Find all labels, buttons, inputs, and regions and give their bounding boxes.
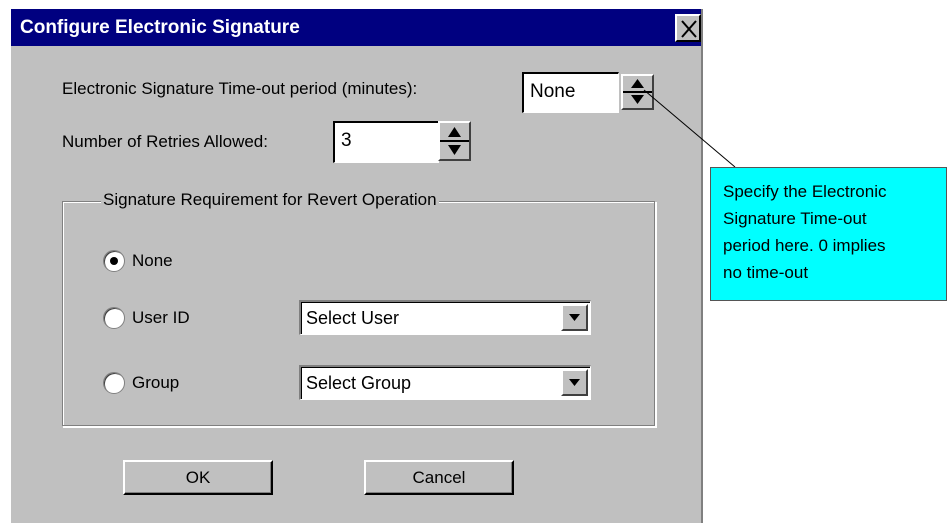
timeout-input[interactable]: None	[522, 72, 619, 113]
ok-button[interactable]: OK	[123, 460, 273, 495]
arrow-up-icon	[448, 127, 461, 137]
select-user-dropdown[interactable]: Select User	[299, 300, 591, 335]
callout-line: period here. 0 implies	[723, 236, 886, 255]
select-user-dropdown-button[interactable]	[561, 304, 588, 331]
chevron-down-icon	[569, 379, 580, 386]
radio-group[interactable]	[103, 372, 125, 394]
timeout-spin-up[interactable]	[623, 76, 652, 92]
radio-selected-dot	[110, 257, 118, 265]
callout-line: no time-out	[723, 263, 809, 282]
callout-line: Specify the Electronic	[723, 182, 887, 201]
revert-signature-groupbox: Signature Requirement for Revert Operati…	[62, 190, 656, 427]
retries-label: Number of Retries Allowed:	[62, 132, 268, 151]
close-icon	[681, 20, 697, 38]
arrow-down-icon	[448, 145, 461, 155]
radio-none[interactable]	[103, 250, 125, 272]
timeout-label: Electronic Signature Time-out period (mi…	[62, 79, 418, 98]
dialog-title: Configure Electronic Signature	[20, 17, 300, 38]
select-user-value: Select User	[306, 308, 400, 328]
select-group-value: Select Group	[306, 373, 412, 393]
timeout-help-callout: Specify the Electronic Signature Time-ou…	[710, 167, 947, 301]
title-bar: Configure Electronic Signature	[11, 9, 701, 46]
callout-line: Signature Time-out	[723, 209, 867, 228]
configure-signature-dialog: Configure Electronic Signature Electroni…	[11, 9, 703, 523]
close-button[interactable]	[675, 14, 701, 42]
select-group-dropdown-button[interactable]	[561, 369, 588, 396]
retries-spinner[interactable]	[438, 121, 471, 161]
radio-user-id-label[interactable]: User ID	[132, 308, 190, 328]
radio-none-label[interactable]: None	[132, 251, 173, 271]
retries-input[interactable]: 3	[333, 121, 439, 163]
groupbox-legend: Signature Requirement for Revert Operati…	[101, 190, 439, 210]
cancel-button[interactable]: Cancel	[364, 460, 514, 495]
select-group-dropdown[interactable]: Select Group	[299, 365, 591, 400]
retries-spin-down[interactable]	[440, 142, 469, 159]
radio-user-id[interactable]	[103, 307, 125, 329]
chevron-down-icon	[569, 314, 580, 321]
timeout-spinner[interactable]	[621, 74, 654, 110]
arrow-up-icon	[631, 79, 644, 88]
timeout-spin-down[interactable]	[623, 93, 652, 108]
radio-group-label[interactable]: Group	[132, 373, 179, 393]
arrow-down-icon	[631, 95, 644, 104]
retries-spin-up[interactable]	[440, 123, 469, 141]
